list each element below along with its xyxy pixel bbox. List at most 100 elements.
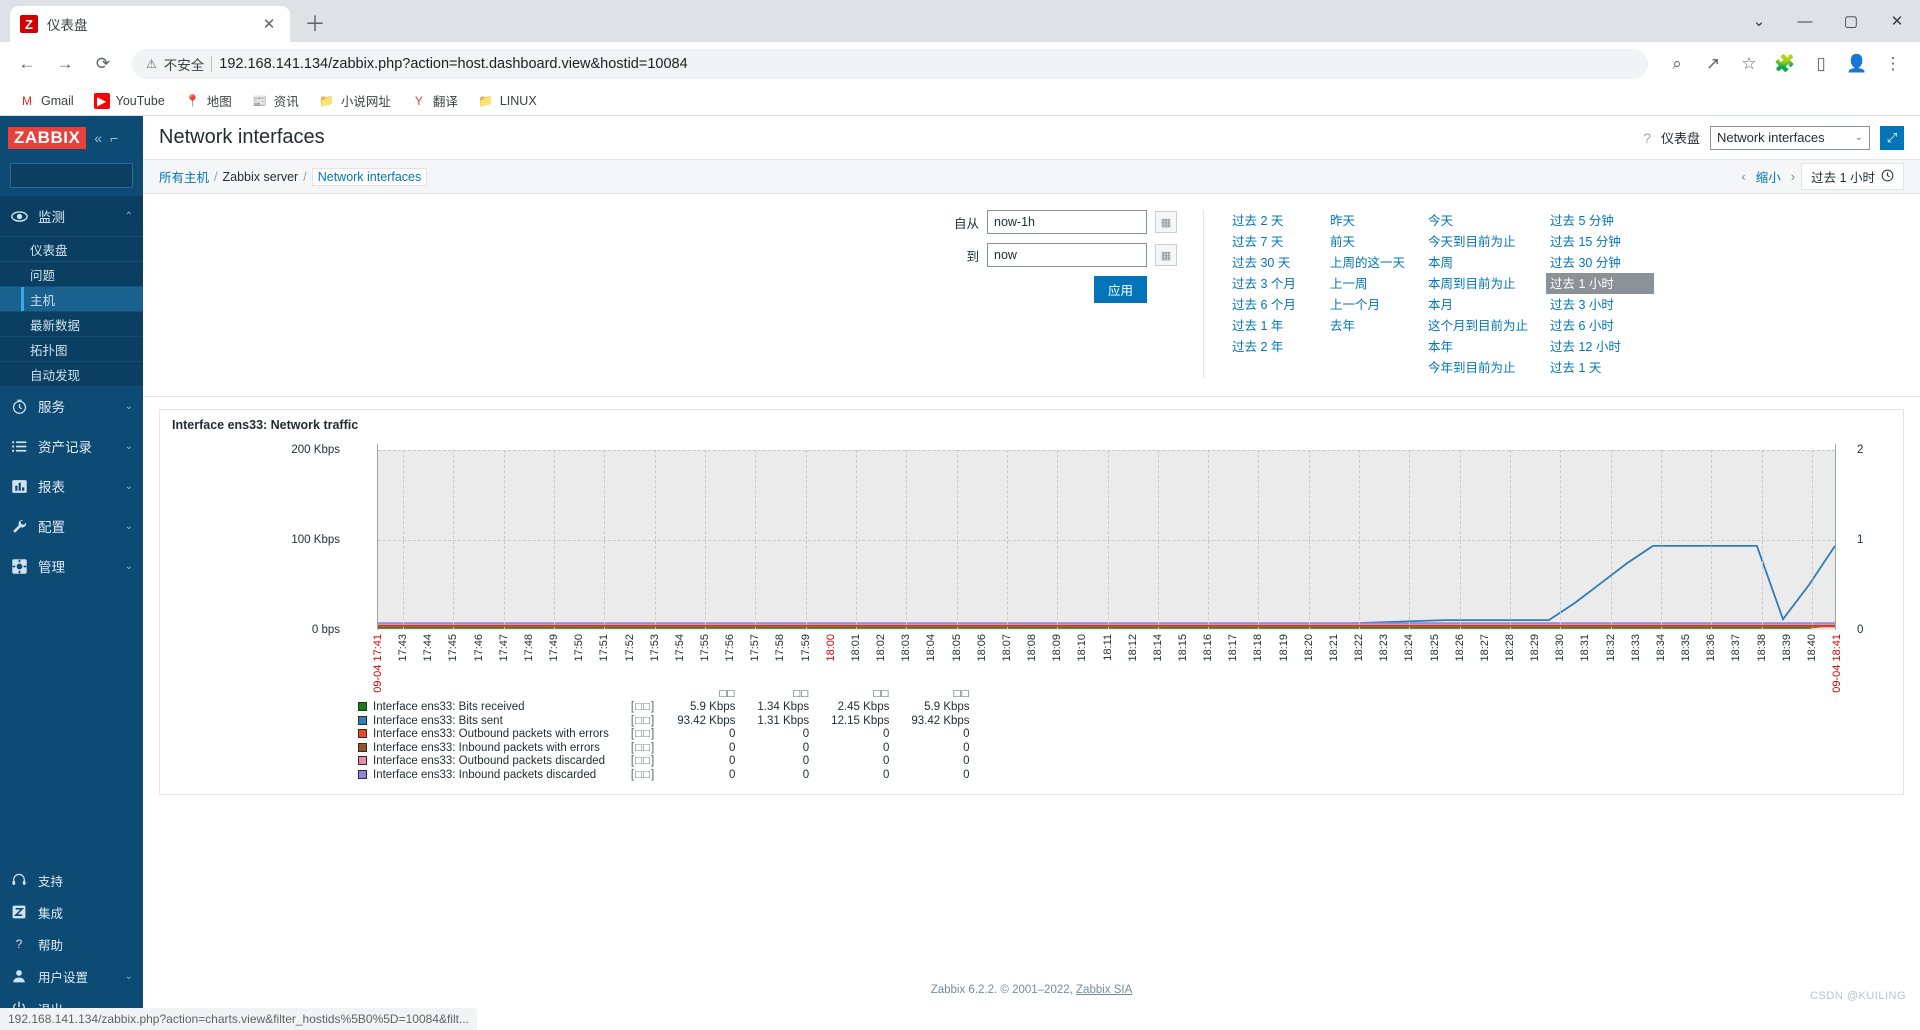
time-shortcut-前天[interactable]: 前天 <box>1326 231 1410 252</box>
sidebar-group-监测[interactable]: 监测 ⌃ <box>0 196 143 236</box>
sidebar-group-资产记录[interactable]: 资产记录 ⌄ <box>0 426 143 466</box>
window-close-button[interactable]: ✕ <box>1874 0 1920 42</box>
time-shortcut-过去 2 天[interactable]: 过去 2 天 <box>1228 210 1312 231</box>
window-maximize-button[interactable]: ▢ <box>1828 0 1874 42</box>
legend-row[interactable]: Interface ens33: Inbound packets discard… <box>358 769 970 783</box>
time-shortcut-过去 3 小时[interactable]: 过去 3 小时 <box>1546 294 1654 315</box>
sidebar-hide-icon[interactable]: ⌐ <box>110 130 118 146</box>
sidebar-item-仪表盘[interactable]: 仪表盘 <box>0 236 143 261</box>
time-shortcut-昨天[interactable]: 昨天 <box>1326 210 1410 231</box>
share-icon[interactable]: ↗ <box>1696 47 1730 81</box>
breadcrumb-item-2[interactable]: Network interfaces <box>311 167 428 186</box>
sidebar-item-拓扑图[interactable]: 拓扑图 <box>0 336 143 361</box>
x-axis-tick: 18:24 <box>1403 634 1416 662</box>
bookmark-item[interactable]: 📍 地图 <box>178 88 239 113</box>
bookmark-item[interactable]: 📁 LINUX <box>471 90 544 112</box>
time-shortcut-上周的这一天[interactable]: 上周的这一天 <box>1326 252 1410 273</box>
bookmark-item[interactable]: Y 翻译 <box>404 88 465 113</box>
dashboard-select[interactable]: Network interfaces ⌄ <box>1710 125 1870 150</box>
time-shortcut-过去 7 天[interactable]: 过去 7 天 <box>1228 231 1312 252</box>
sidebar-item-最新数据[interactable]: 最新数据 <box>0 311 143 336</box>
bookmark-item[interactable]: M Gmail <box>12 90 81 112</box>
sidebar-item-自动发现[interactable]: 自动发现 <box>0 361 143 386</box>
sidebar-item-支持[interactable]: 支持 <box>0 864 143 896</box>
zoom-search-icon[interactable]: ⌕ <box>1660 47 1694 81</box>
time-shortcut-过去 1 天[interactable]: 过去 1 天 <box>1546 357 1654 378</box>
time-shortcut-今天到目前为止[interactable]: 今天到目前为止 <box>1424 231 1532 252</box>
time-shortcut-上一周[interactable]: 上一周 <box>1326 273 1410 294</box>
time-shortcut-本周到目前为止[interactable]: 本周到目前为止 <box>1424 273 1532 294</box>
reload-icon[interactable]: ⟳ <box>86 47 120 81</box>
browser-tab[interactable]: Z 仪表盘 ✕ <box>10 6 290 42</box>
footer-link[interactable]: Zabbix SIA <box>1076 984 1132 996</box>
zabbix-logo[interactable]: ZABBIX <box>8 127 87 149</box>
legend-value: 1.34 Kbps <box>757 701 810 713</box>
time-shortcut-过去 30 分钟[interactable]: 过去 30 分钟 <box>1546 252 1654 273</box>
to-input[interactable] <box>987 243 1147 267</box>
time-shortcut-今天[interactable]: 今天 <box>1424 210 1532 231</box>
sidebar-search[interactable]: ⌕ <box>10 163 183 188</box>
time-shortcut-过去 2 年[interactable]: 过去 2 年 <box>1228 336 1312 357</box>
sidebar-group-报表[interactable]: 报表 ⌄ <box>0 466 143 506</box>
legend-row[interactable]: Interface ens33: Inbound packets with er… <box>358 742 970 756</box>
bookmark-item[interactable]: 📰 资讯 <box>245 88 306 113</box>
sidepanel-icon[interactable]: ▯ <box>1804 47 1838 81</box>
address-bar[interactable]: ⚠ 不安全 192.168.141.134/zabbix.php?action=… <box>132 49 1648 79</box>
from-input[interactable] <box>987 210 1147 234</box>
time-shortcut-过去 1 年[interactable]: 过去 1 年 <box>1228 315 1312 336</box>
time-shortcut-上一个月[interactable]: 上一个月 <box>1326 294 1410 315</box>
sidebar-group-管理[interactable]: 管理 ⌄ <box>0 546 143 586</box>
bookmark-item[interactable]: 📁 小说网址 <box>312 88 398 113</box>
time-range-button[interactable]: 过去 1 小时 <box>1801 163 1904 190</box>
bookmark-star-icon[interactable]: ☆ <box>1732 47 1766 81</box>
from-calendar-icon[interactable]: ▦ <box>1155 211 1177 233</box>
apply-button[interactable]: 应用 <box>1093 276 1147 303</box>
tab-close-icon[interactable]: ✕ <box>258 13 280 35</box>
sidebar-item-问题[interactable]: 问题 <box>0 261 143 286</box>
to-calendar-icon[interactable]: ▦ <box>1155 244 1177 266</box>
kiosk-mode-button[interactable]: ⤢ <box>1880 125 1904 150</box>
zoom-out-button[interactable]: 缩小 <box>1756 167 1781 186</box>
back-icon[interactable]: ← <box>10 47 44 81</box>
legend-row[interactable]: Interface ens33: Bits sent [□□] 93.42 Kbps… <box>358 715 970 729</box>
time-shortcut-过去 30 天[interactable]: 过去 30 天 <box>1228 252 1312 273</box>
graph-canvas[interactable]: 0 bps 100 Kbps 200 Kbps 0 1 2 17:43 17:44 17:4… <box>160 436 1903 693</box>
time-shortcut-本年[interactable]: 本年 <box>1424 336 1532 357</box>
time-shortcut-去年[interactable]: 去年 <box>1326 315 1410 336</box>
sidebar-item-主机[interactable]: 主机 <box>0 286 143 311</box>
new-tab-button[interactable]: ＋ <box>298 6 332 40</box>
window-minimize-button[interactable]: — <box>1782 0 1828 42</box>
zoom-next-icon[interactable]: › <box>1791 169 1795 184</box>
legend-row[interactable]: Interface ens33: Outbound packets with e… <box>358 728 970 742</box>
forward-icon[interactable]: → <box>48 47 82 81</box>
time-shortcut-过去 12 小时[interactable]: 过去 12 小时 <box>1546 336 1654 357</box>
time-shortcut-过去 3 个月[interactable]: 过去 3 个月 <box>1228 273 1312 294</box>
bookmark-item[interactable]: ▶ YouTube <box>87 90 172 112</box>
tab-search-chevron-icon[interactable]: ⌄ <box>1736 0 1782 42</box>
search-icon[interactable]: ⌕ <box>176 168 183 184</box>
sidebar-group-配置[interactable]: 配置 ⌄ <box>0 506 143 546</box>
time-shortcut-这个月到目前为止[interactable]: 这个月到目前为止 <box>1424 315 1532 336</box>
time-shortcut-过去 15 分钟[interactable]: 过去 15 分钟 <box>1546 231 1654 252</box>
time-shortcut-本月[interactable]: 本月 <box>1424 294 1532 315</box>
sidebar-item-用户设置[interactable]: 用户设置 ⌄ <box>0 960 143 992</box>
search-input[interactable] <box>17 167 176 184</box>
time-shortcut-过去 1 小时[interactable]: 过去 1 小时 <box>1546 273 1654 294</box>
sidebar-item-集成[interactable]: 集成 <box>0 896 143 928</box>
legend-row[interactable]: Interface ens33: Bits received [□□] 5.9 Kb… <box>358 701 970 715</box>
zoom-prev-icon[interactable]: ‹ <box>1741 169 1745 184</box>
time-shortcut-过去 6 个月[interactable]: 过去 6 个月 <box>1228 294 1312 315</box>
browser-menu-icon[interactable]: ⋮ <box>1876 47 1910 81</box>
time-shortcut-过去 5 分钟[interactable]: 过去 5 分钟 <box>1546 210 1654 231</box>
x-axis-tick: 17:51 <box>598 634 611 662</box>
time-shortcut-本周[interactable]: 本周 <box>1424 252 1532 273</box>
sidebar-item-帮助[interactable]: ? 帮助 <box>0 928 143 960</box>
profile-icon[interactable]: 👤 <box>1840 47 1874 81</box>
sidebar-group-服务[interactable]: 服务 ⌄ <box>0 386 143 426</box>
help-icon[interactable]: ? <box>1643 130 1651 146</box>
sidebar-collapse-icon[interactable]: « <box>94 130 102 146</box>
legend-row[interactable]: Interface ens33: Outbound packets discar… <box>358 755 970 769</box>
time-shortcut-过去 6 小时[interactable]: 过去 6 小时 <box>1546 315 1654 336</box>
time-shortcut-今年到目前为止[interactable]: 今年到目前为止 <box>1424 357 1532 378</box>
extensions-icon[interactable]: 🧩 <box>1768 47 1802 81</box>
